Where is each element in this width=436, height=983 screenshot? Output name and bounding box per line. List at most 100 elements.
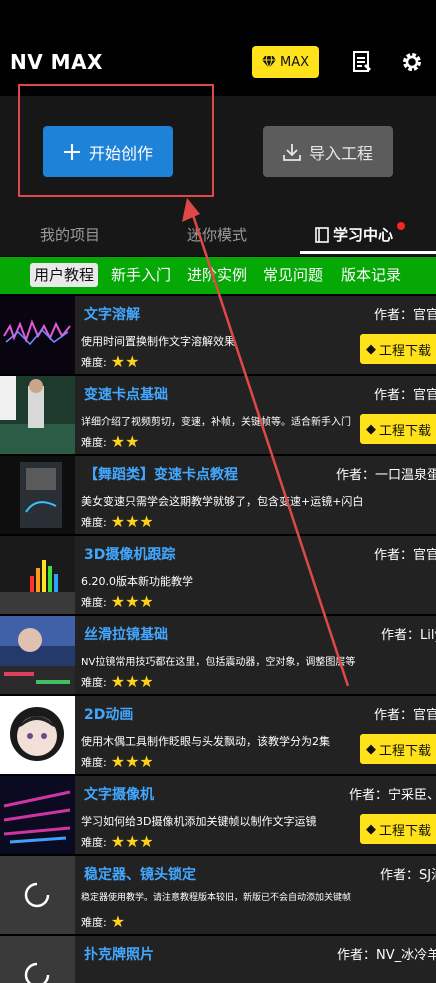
tutorial-card[interactable]: 3D摄像机跟踪 作者：官官 6.20.0版本新功能教学 难度: ★★★ (0, 536, 436, 614)
tab-learning-center[interactable]: 学习中心 (315, 224, 393, 245)
tutorial-title: 变速卡点基础 (84, 387, 168, 403)
active-tab-indicator (300, 251, 436, 254)
difficulty-label: 难度: (81, 596, 107, 609)
star-icons: ★★★ (110, 592, 154, 611)
tab-mini-mode[interactable]: 迷你模式 (187, 224, 247, 245)
tutorial-title: 扑克牌照片 (84, 947, 154, 963)
sub-tabs: 用户教程 新手入门 进阶实例 常见问题 版本记录 (0, 257, 436, 294)
import-project-label: 导入工程 (308, 143, 373, 163)
star-icons: ★ (110, 912, 126, 931)
gear-icon[interactable] (398, 48, 426, 76)
difficulty-label: 难度: (81, 356, 107, 369)
star-icons: ★★ (110, 352, 140, 371)
tutorial-card[interactable]: 文字摄像机 作者：宁采臣、 学习如何给3D摄像机添加关键帧以制作文字运镜 难度:… (0, 776, 436, 854)
tutorial-description: 稳定器使用教学。请注意教程版本较旧，新版已不会自动添加关键帧 (81, 893, 352, 903)
project-download-button[interactable]: ◆ 工程下载 (360, 814, 436, 844)
tutorial-author: 作者：Lily (381, 628, 436, 643)
max-button[interactable]: MAX (252, 46, 319, 78)
star-icons: ★★★ (110, 512, 154, 531)
project-download-label: 工程下载 (379, 823, 432, 839)
project-download-button[interactable]: ◆ 工程下载 (360, 414, 436, 444)
max-label: MAX (279, 54, 309, 70)
tutorial-author: 作者：官官 (374, 308, 436, 323)
diamond-icon (261, 56, 276, 68)
difficulty-label: 难度: (81, 756, 107, 769)
star-icons: ★★★ (110, 752, 154, 771)
tutorial-card[interactable]: 稳定器、镜头锁定 作者：SJ汕治 稳定器使用教学。请注意教程版本较旧，新版已不会… (0, 856, 436, 934)
subtab-user-tutorial[interactable]: 用户教程 (30, 263, 99, 287)
tutorial-card[interactable]: 扑克牌照片 作者：NV_冰冷羊 (0, 936, 436, 983)
difficulty-rating: 难度: ★★★ (81, 514, 154, 530)
difficulty-label: 难度: (81, 916, 107, 929)
tutorial-title: 稳定器、镜头锁定 (84, 867, 196, 883)
annotation-highlight-box (18, 84, 214, 197)
tutorial-author: 作者：官官 (374, 708, 436, 723)
tutorial-thumbnail (0, 376, 75, 454)
notification-dot (397, 222, 405, 230)
tutorial-description: 学习如何给3D摄像机添加关键帧以制作文字运镜 (81, 815, 317, 828)
tutorial-title: 文字溶解 (84, 307, 140, 323)
project-download-button[interactable]: ◆ 工程下载 (360, 334, 436, 364)
diamond-icon: ◆ (366, 421, 376, 437)
tutorial-card[interactable]: 变速卡点基础 作者：官官 详细介绍了视频剪切，变速，补帧，关键帧等。适合新手入门… (0, 376, 436, 454)
difficulty-rating: 难度: ★ (81, 914, 125, 930)
tab-learning-center-label: 学习中心 (333, 226, 394, 244)
tutorial-author: 作者：宁采臣、 (349, 788, 436, 803)
project-download-button[interactable]: ◆ 工程下载 (360, 734, 436, 764)
top-bar: NV MAX MAX (0, 0, 436, 96)
tab-my-projects[interactable]: 我的项目 (40, 224, 100, 245)
tutorial-title: 【舞蹈类】变速卡点教程 (84, 467, 238, 483)
tutorial-author: 作者：官官 (374, 388, 436, 403)
tutorial-title: 3D摄像机跟踪 (84, 547, 176, 563)
tutorial-list: 文字溶解 作者：官官 使用时间置换制作文字溶解效果 难度: ★★ ◆ 工程下载 变速… (0, 294, 436, 983)
tutorial-author: 作者：一口温泉蛋 (336, 468, 436, 483)
tutorial-thumbnail (0, 696, 75, 774)
tutorial-card[interactable]: 【舞蹈类】变速卡点教程 作者：一口温泉蛋 美女变速只需学会这期教学就够了，包含变… (0, 456, 436, 534)
project-download-label: 工程下载 (379, 423, 432, 439)
diamond-icon: ◆ (366, 821, 376, 837)
difficulty-label: 难度: (81, 836, 107, 849)
import-project-button[interactable]: 导入工程 (263, 126, 393, 177)
tutorial-title: 文字摄像机 (84, 787, 154, 803)
tutorial-thumbnail (0, 936, 75, 983)
difficulty-label: 难度: (81, 436, 107, 449)
app-name: NV MAX (10, 50, 103, 74)
subtab-advanced[interactable]: 进阶实例 (187, 264, 247, 285)
tutorial-description: 6.20.0版本新功能教学 (81, 575, 193, 588)
tutorial-card[interactable]: 2D动画 作者：官官 使用木偶工具制作眨眼与头发飘动，该教学分为2集 难度: ★★… (0, 696, 436, 774)
difficulty-rating: 难度: ★★ (81, 354, 139, 370)
project-download-label: 工程下载 (379, 743, 432, 759)
difficulty-rating: 难度: ★★★ (81, 754, 154, 770)
tutorial-title: 2D动画 (84, 707, 134, 723)
difficulty-rating: 难度: ★★★ (81, 674, 154, 690)
difficulty-rating: 难度: ★★★ (81, 834, 154, 850)
tutorial-card[interactable]: 文字溶解 作者：官官 使用时间置换制作文字溶解效果 难度: ★★ ◆ 工程下载 (0, 296, 436, 374)
tutorial-thumbnail (0, 776, 75, 854)
tutorial-description: 详细介绍了视频剪切，变速，补帧，关键帧等。适合新手入门 (81, 417, 351, 428)
tutorial-description: NV拉镜常用技巧都在这里，包括震动器，空对象，调整图层等 (81, 657, 356, 668)
star-icons: ★★ (110, 432, 140, 451)
star-icons: ★★★ (110, 832, 154, 851)
tutorial-thumbnail (0, 536, 75, 614)
tutorial-description: 美女变速只需学会这期教学就够了，包含变速+运镜+闪白 (81, 495, 364, 508)
star-icons: ★★★ (110, 672, 154, 691)
tutorial-author: 作者：SJ汕治 (380, 868, 436, 883)
subtab-faq[interactable]: 常见问题 (263, 264, 323, 285)
difficulty-label: 难度: (81, 516, 107, 529)
difficulty-label: 难度: (81, 676, 107, 689)
tutorial-thumbnail (0, 296, 75, 374)
book-icon (315, 226, 329, 243)
main-tabs: 我的项目 迷你模式 学习中心 (0, 210, 436, 256)
difficulty-rating: 难度: ★★ (81, 434, 139, 450)
diamond-icon: ◆ (366, 341, 376, 357)
tutorial-title: 丝滑拉镜基础 (84, 627, 168, 643)
difficulty-rating: 难度: ★★★ (81, 594, 154, 610)
subtab-beginner[interactable]: 新手入门 (111, 264, 171, 285)
notes-icon[interactable] (348, 48, 376, 76)
project-download-label: 工程下载 (379, 343, 432, 359)
tutorial-thumbnail (0, 616, 75, 694)
tutorial-card[interactable]: 丝滑拉镜基础 作者：Lily NV拉镜常用技巧都在这里，包括震动器，空对象，调整… (0, 616, 436, 694)
download-icon (283, 143, 301, 161)
subtab-changelog[interactable]: 版本记录 (341, 264, 401, 285)
tutorial-author: 作者：NV_冰冷羊 (337, 948, 436, 963)
